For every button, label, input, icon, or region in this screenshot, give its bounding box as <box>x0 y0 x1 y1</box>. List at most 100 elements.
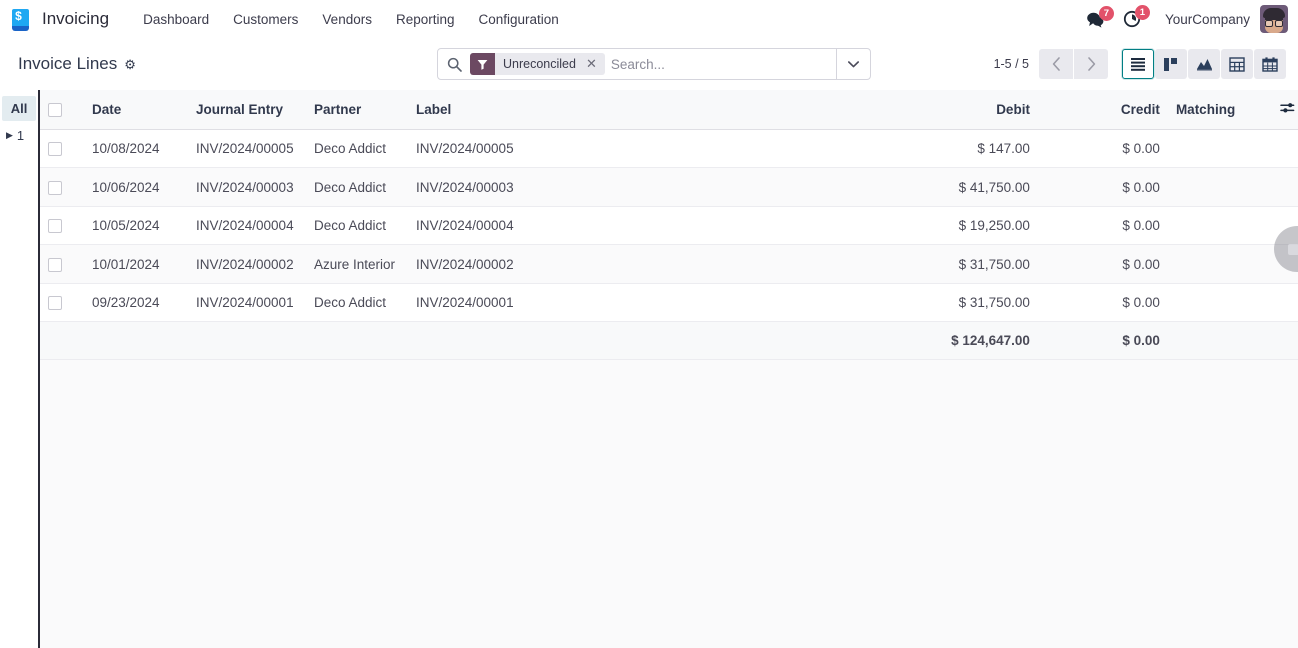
company-name[interactable]: YourCompany <box>1151 12 1260 27</box>
cell-matching <box>1167 206 1272 246</box>
cell-spacer <box>1271 206 1298 246</box>
chevron-left-icon <box>1052 57 1060 71</box>
gear-icon[interactable]: ⚙ <box>124 58 136 71</box>
cell-debit: $ 19,250.00 <box>887 206 1038 246</box>
control-panel-right: 1-5 / 5 <box>994 49 1286 79</box>
sliders-icon <box>1280 103 1295 113</box>
optional-columns-toggle[interactable] <box>1271 90 1298 130</box>
cell-credit: $ 0.00 <box>1037 129 1168 169</box>
sidebar-group-label: 1 <box>16 128 25 143</box>
calendar-view-icon <box>1262 56 1278 72</box>
cell-spacer <box>1271 167 1298 207</box>
row-checkbox-cell <box>40 129 84 169</box>
cell-debit: $ 31,750.00 <box>887 283 1038 323</box>
row-checkbox-cell <box>40 283 84 323</box>
table-row[interactable]: 10/05/2024 INV/2024/00004 Deco Addict IN… <box>40 206 1298 246</box>
navbar-systray: 7 1 YourCompany <box>1078 5 1290 33</box>
cell-journal-entry[interactable]: INV/2024/00001 <box>188 283 306 323</box>
checkbox-icon[interactable] <box>48 103 62 118</box>
column-header-partner[interactable]: Partner <box>306 90 408 130</box>
row-checkbox-cell <box>40 167 84 207</box>
graph-view-icon <box>1196 59 1212 71</box>
table-empty-area <box>40 360 1298 648</box>
activities-button[interactable]: 1 <box>1115 5 1151 32</box>
app-brand-title[interactable]: Invoicing <box>42 9 109 29</box>
cell-journal-entry[interactable]: INV/2024/00002 <box>188 244 306 284</box>
table-row[interactable]: 10/06/2024 INV/2024/00003 Deco Addict IN… <box>40 167 1298 207</box>
breadcrumb: Invoice Lines ⚙ <box>18 54 136 74</box>
sidebar-group-1[interactable]: ▶ 1 <box>0 121 38 148</box>
pager-next-button[interactable] <box>1074 49 1108 79</box>
table-row[interactable]: 09/23/2024 INV/2024/00001 Deco Addict IN… <box>40 283 1298 323</box>
cell-credit: $ 0.00 <box>1037 283 1168 323</box>
cell-journal-entry[interactable]: INV/2024/00005 <box>188 129 306 169</box>
cell-partner: Deco Addict <box>306 129 408 169</box>
page-title: Invoice Lines <box>18 54 118 73</box>
totals-spacer-partner <box>306 321 408 361</box>
menu-item-dashboard[interactable]: Dashboard <box>131 4 221 35</box>
sidebar-item-all[interactable]: All <box>2 96 36 121</box>
select-all-header <box>40 90 84 130</box>
cell-credit: $ 0.00 <box>1037 206 1168 246</box>
column-header-journal-entry[interactable]: Journal Entry <box>188 90 306 130</box>
search-icon <box>438 57 470 72</box>
search-input[interactable] <box>610 49 836 79</box>
column-header-label[interactable]: Label <box>408 90 888 130</box>
menu-item-configuration[interactable]: Configuration <box>467 4 571 35</box>
table-row[interactable]: 10/08/2024 INV/2024/00005 Deco Addict IN… <box>40 129 1298 169</box>
table-header: Date Journal Entry Partner Label Debit C… <box>40 90 1298 130</box>
pager-previous-button[interactable] <box>1039 49 1073 79</box>
user-avatar[interactable] <box>1260 5 1288 33</box>
view-button-kanban[interactable] <box>1155 49 1187 79</box>
menu-item-vendors[interactable]: Vendors <box>310 4 384 35</box>
chevron-down-icon <box>848 60 859 67</box>
cell-label: INV/2024/00002 <box>408 244 888 284</box>
cell-credit: $ 0.00 <box>1037 167 1168 207</box>
cell-debit: $ 147.00 <box>887 129 1038 169</box>
close-icon[interactable]: ✕ <box>579 53 605 75</box>
cell-partner: Deco Addict <box>306 167 408 207</box>
caret-right-icon: ▶ <box>6 130 13 140</box>
messages-button[interactable]: 7 <box>1078 5 1115 32</box>
column-header-date[interactable]: Date <box>84 90 188 130</box>
column-header-matching[interactable]: Matching <box>1167 90 1272 130</box>
cell-spacer <box>1271 244 1298 284</box>
cell-journal-entry[interactable]: INV/2024/00003 <box>188 167 306 207</box>
top-navbar: $ Invoicing Dashboard Customers Vendors … <box>0 0 1298 38</box>
totals-debit: $ 124,647.00 <box>887 321 1038 361</box>
view-button-list[interactable] <box>1122 49 1154 79</box>
invoicing-app-logo[interactable]: $ <box>10 7 32 31</box>
list-view-table-container: Date Journal Entry Partner Label Debit C… <box>40 90 1298 648</box>
column-header-credit[interactable]: Credit <box>1037 90 1168 130</box>
search-facet-unreconciled[interactable]: Unreconciled ✕ <box>470 53 605 75</box>
view-button-pivot[interactable] <box>1221 49 1253 79</box>
view-button-graph[interactable] <box>1188 49 1220 79</box>
totals-spacer-checkbox <box>40 321 84 361</box>
view-button-calendar[interactable] <box>1254 49 1286 79</box>
menu-item-customers[interactable]: Customers <box>221 4 310 35</box>
table-totals-row: $ 124,647.00 $ 0.00 <box>40 321 1298 361</box>
column-header-debit[interactable]: Debit <box>887 90 1038 130</box>
checkbox-icon[interactable] <box>48 180 62 195</box>
pager-value[interactable]: 1-5 / 5 <box>994 57 1029 71</box>
search-dropdown-toggle[interactable] <box>836 49 870 79</box>
cell-debit: $ 41,750.00 <box>887 167 1038 207</box>
table-body: 10/08/2024 INV/2024/00005 Deco Addict IN… <box>40 129 1298 361</box>
checkbox-icon[interactable] <box>48 257 62 272</box>
cell-matching <box>1167 244 1272 284</box>
checkbox-icon[interactable] <box>48 219 62 234</box>
menu-item-reporting[interactable]: Reporting <box>384 4 467 35</box>
cell-partner: Deco Addict <box>306 206 408 246</box>
totals-credit: $ 0.00 <box>1037 321 1168 361</box>
activities-badge: 1 <box>1134 5 1150 20</box>
cell-date: 10/06/2024 <box>84 167 188 207</box>
chevron-right-icon <box>1087 57 1095 71</box>
cell-spacer <box>1271 283 1298 323</box>
avatar-hair <box>1263 8 1285 18</box>
table-row[interactable]: 10/01/2024 INV/2024/00002 Azure Interior… <box>40 244 1298 284</box>
checkbox-icon[interactable] <box>48 296 62 311</box>
avatar-glasses <box>1265 18 1283 27</box>
cell-journal-entry[interactable]: INV/2024/00004 <box>188 206 306 246</box>
checkbox-icon[interactable] <box>48 142 62 157</box>
cell-date: 10/08/2024 <box>84 129 188 169</box>
